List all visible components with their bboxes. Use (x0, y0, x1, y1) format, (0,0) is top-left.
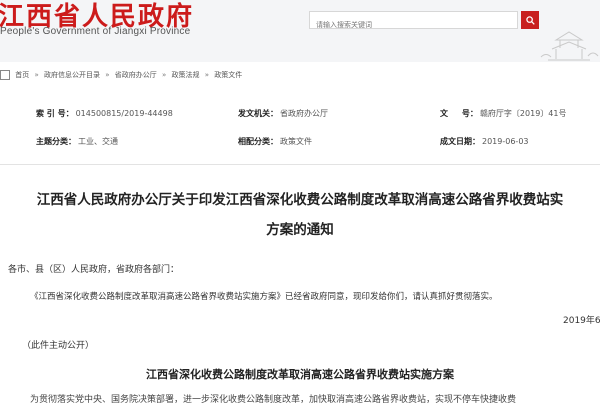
article-salutation: 各市、县（区）人民政府，省政府各部门： (8, 265, 180, 275)
public-release-note: （此件主动公开） (22, 341, 95, 351)
pavilion-illustration-icon (540, 31, 599, 61)
breadcrumb-separator: » (204, 71, 210, 79)
attachment-body-paragraph: 为贯彻落实党中央、国务院决策部署，进一步深化收费公路制度改革，加快取消高速公路省… (30, 395, 517, 405)
breadcrumb-separator: » (34, 71, 39, 79)
meta-genre-label: 相配分类： (238, 137, 278, 146)
breadcrumb-item-general-office[interactable]: 省政府办公厅 (115, 70, 157, 80)
section-divider (0, 164, 600, 165)
search-input[interactable] (310, 17, 517, 33)
meta-doc-no-label: 文 号： (440, 109, 478, 118)
meta-index-label: 索 引 号： (36, 109, 74, 118)
meta-issuer: 发文机关： 省政府办公厅 (238, 108, 328, 119)
article-date-signature: 2019年6 (563, 316, 600, 326)
meta-index: 索 引 号： 014500815/2019-44498 (36, 108, 173, 119)
home-icon (0, 70, 10, 80)
article-title-line2: 方案的通知 (266, 222, 334, 238)
meta-date-label: 成文日期： (440, 137, 480, 146)
article-body-paragraph: 《江西省深化收费公路制度改革取消高速公路省界收费站实施方案》已经省政府同意，现印… (30, 292, 498, 302)
meta-doc-no-value: 赣府厅字〔2019〕41号 (479, 109, 567, 118)
breadcrumb-separator: » (105, 71, 110, 79)
meta-date-value: 2019-06-03 (482, 137, 529, 146)
meta-row: 主题分类： 工业、交通 相配分类： 政策文件 成文日期： 2019-06-03 (14, 136, 600, 154)
meta-row: 索 引 号： 014500815/2019-44498 发文机关： 省政府办公厅 文… (14, 108, 600, 126)
breadcrumb-item-home[interactable]: 首页 (15, 70, 29, 80)
meta-topic: 主题分类： 工业、交通 (36, 136, 118, 147)
search-button[interactable] (521, 11, 539, 29)
meta-issuer-value: 省政府办公厅 (280, 109, 328, 118)
document-meta-table: 索 引 号： 014500815/2019-44498 发文机关： 省政府办公厅 文… (14, 108, 600, 154)
search-box[interactable] (309, 11, 518, 33)
site-header: 江西省人民政府 People's Government of Jiangxi P… (0, 0, 600, 62)
meta-doc-no: 文 号： 赣府厅字〔2019〕41号 (440, 108, 566, 119)
article-title-line1: 江西省人民政府办公厅关于印发江西省深化收费公路制度改革取消高速公路省界收费站实 (36, 192, 564, 208)
site-logo-english: People's Government of Jiangxi Province (0, 26, 191, 37)
meta-genre: 相配分类： 政策文件 (238, 136, 312, 147)
meta-topic-value: 工业、交通 (78, 137, 118, 146)
meta-topic-label: 主题分类： (36, 137, 76, 146)
meta-date: 成文日期： 2019-06-03 (440, 136, 529, 147)
meta-index-value: 014500815/2019-44498 (75, 109, 173, 118)
search-icon (525, 15, 535, 25)
meta-issuer-label: 发文机关： (238, 109, 278, 118)
breadcrumb: 首页 » 政府信息公开目录 » 省政府办公厅 » 政策法规 » 政策文件 (0, 70, 600, 84)
breadcrumb-separator: » (162, 71, 167, 79)
meta-genre-value: 政策文件 (280, 137, 312, 146)
breadcrumb-item-policies[interactable]: 政策法规 (172, 70, 200, 80)
attachment-title: 江西省深化收费公路制度改革取消高速公路省界收费站实施方案 (146, 368, 454, 381)
breadcrumb-item-policy-docs[interactable]: 政策文件 (214, 70, 242, 80)
breadcrumb-item-info-catalog[interactable]: 政府信息公开目录 (44, 70, 100, 80)
